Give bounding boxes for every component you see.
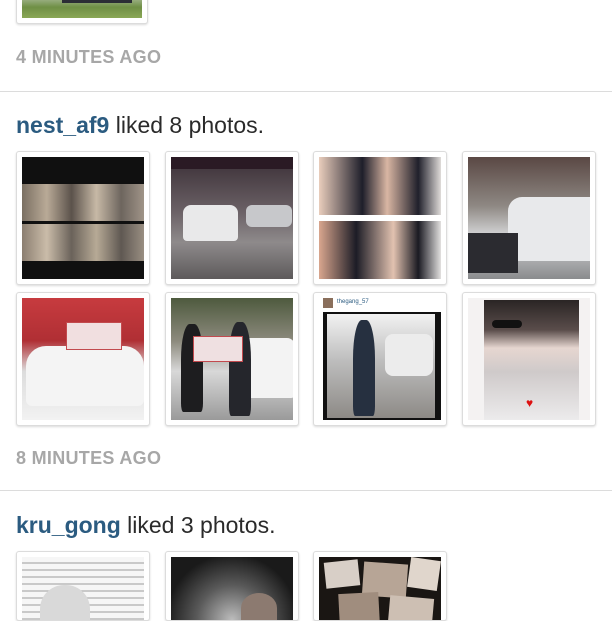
activity-text: kru_gong liked 3 photos. [16,512,276,539]
username-link[interactable]: nest_af9 [16,112,109,138]
photo-image: thegang_57 [319,298,441,420]
photo-image [22,157,144,279]
photo-thumbnail[interactable] [16,551,150,621]
photo-image [319,157,441,279]
photo-thumbnail[interactable] [313,151,447,285]
divider [0,490,612,491]
photo-thumbnail[interactable] [165,292,299,426]
photo-image [22,0,142,18]
photo-thumbnail[interactable] [165,151,299,285]
divider [0,91,612,92]
username-link[interactable]: kru_gong [16,512,121,538]
photo-image [22,298,144,420]
photo-thumbnail[interactable] [165,551,299,621]
photo-caption: thegang_57 [337,299,369,305]
photo-thumbnail[interactable] [16,151,150,285]
photo-thumbnail[interactable] [16,292,150,426]
photo-image [171,557,293,620]
photo-thumbnail[interactable]: thegang_57 [313,292,447,426]
activity-action: liked 3 photos. [120,512,276,538]
photo-thumbnail[interactable] [313,551,447,621]
photo-image [171,157,293,279]
photo-image [171,298,293,420]
photo-thumbnail[interactable] [462,151,596,285]
photo-image [22,557,144,620]
timestamp: 4 MINUTES AGO [16,47,162,67]
timestamp: 8 MINUTES AGO [16,448,162,468]
photo-image: ♥ [468,298,590,420]
photo-thumbnail[interactable] [16,0,148,24]
photo-thumbnail[interactable]: ♥ [462,292,596,426]
photo-image [468,157,590,279]
activity-text: nest_af9 liked 8 photos. [16,112,264,139]
activity-action: liked 8 photos. [109,112,265,138]
photo-image [319,557,441,620]
